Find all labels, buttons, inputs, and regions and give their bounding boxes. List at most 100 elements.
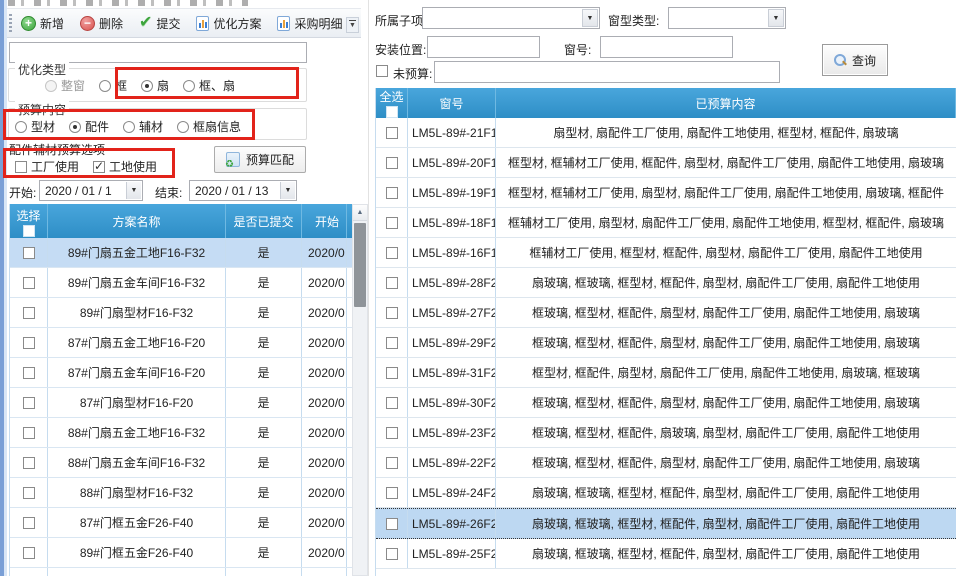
plan-row[interactable]: 88#门框五金F21-F40是2020/0: [10, 568, 362, 576]
add-button[interactable]: + 新增: [15, 12, 70, 35]
row-checkbox[interactable]: [386, 277, 398, 289]
toolbar-grip[interactable]: [9, 14, 12, 34]
row-checkbox[interactable]: [386, 397, 398, 409]
radio-frame-sash-info[interactable]: 框扇信息: [177, 118, 241, 135]
plan-row[interactable]: 87#门扇型材F16-F20是2020/0: [10, 388, 362, 418]
budget-row[interactable]: LM5L-89#-29F27框玻璃, 框型材, 框配件, 扇型材, 扇配件工厂使…: [376, 328, 956, 358]
budget-row[interactable]: LM5L-89#-31F29框型材, 框配件, 扇型材, 扇配件工厂使用, 扇配…: [376, 358, 956, 388]
budget-row[interactable]: LM5L-89#-20F18框型材, 框辅材工厂使用, 框配件, 扇型材, 扇配…: [376, 148, 956, 178]
date-end-picker[interactable]: 2020 / 01 / 13 ▼: [189, 180, 297, 201]
row-checkbox[interactable]: [23, 547, 35, 559]
row-checkbox[interactable]: [23, 397, 35, 409]
not-budgeted-checkbox[interactable]: [376, 65, 388, 77]
column-header-start[interactable]: 开始: [302, 204, 347, 238]
delete-button[interactable]: − 删除: [74, 12, 129, 35]
column-header-submitted[interactable]: 是否已提交: [226, 204, 302, 238]
chevron-down-icon[interactable]: ▼: [280, 182, 295, 199]
plan-row[interactable]: 87#门框五金F26-F40是2020/0: [10, 508, 362, 538]
query-button[interactable]: 查询: [822, 44, 888, 76]
plan-row[interactable]: 89#门框五金F26-F40是2020/0: [10, 538, 362, 568]
row-checkbox[interactable]: [23, 277, 35, 289]
plan-row[interactable]: 88#门扇型材F16-F32是2020/0: [10, 478, 362, 508]
chevron-down-icon[interactable]: ▼: [768, 9, 784, 27]
row-checkbox[interactable]: [386, 247, 398, 259]
window-no-cell: LM5L-89#-22F20: [408, 448, 496, 477]
column-header-window-no[interactable]: 窗号: [408, 88, 496, 118]
plan-row[interactable]: 89#门扇五金车间F16-F32是2020/0: [10, 268, 362, 298]
row-checkbox[interactable]: [386, 127, 398, 139]
column-header-select[interactable]: 选择: [10, 204, 48, 238]
scrollbar-thumb[interactable]: [354, 223, 366, 307]
chevron-down-icon[interactable]: ▼: [582, 9, 598, 27]
radio-sash[interactable]: 扇: [141, 77, 169, 94]
plan-name-cell: 88#门扇型材F16-F32: [48, 478, 226, 507]
radio-whole-window[interactable]: 整窗: [45, 77, 85, 94]
row-checkbox[interactable]: [386, 367, 398, 379]
optimize-plan-button[interactable]: 优化方案: [190, 12, 267, 35]
plan-row[interactable]: 87#门扇五金工地F16-F20是2020/0: [10, 328, 362, 358]
column-header-budgeted-content[interactable]: 已预算内容: [496, 88, 956, 118]
budget-row[interactable]: LM5L-89#-16F15框辅材工厂使用, 框型材, 框配件, 扇型材, 扇配…: [376, 238, 956, 268]
checkbox-factory-use[interactable]: 工厂使用: [15, 158, 79, 175]
sub-item-combobox[interactable]: ▼: [422, 7, 600, 29]
budget-row[interactable]: LM5L-89#-27F25框玻璃, 框型材, 框配件, 扇型材, 扇配件工厂使…: [376, 298, 956, 328]
radio-profile[interactable]: 型材: [15, 118, 55, 135]
budget-row[interactable]: LM5L-89#-18F16框辅材工厂使用, 扇型材, 扇配件工厂使用, 扇配件…: [376, 208, 956, 238]
chevron-down-icon[interactable]: ▼: [126, 182, 141, 199]
budget-row[interactable]: LM5L-89#-30F28框玻璃, 框型材, 框配件, 扇型材, 扇配件工厂使…: [376, 388, 956, 418]
row-checkbox[interactable]: [23, 247, 35, 259]
budget-row[interactable]: LM5L-89#-28F26扇玻璃, 框玻璃, 框型材, 框配件, 扇型材, 扇…: [376, 268, 956, 298]
budget-row[interactable]: LM5L-89#-21F19扇型材, 扇配件工厂使用, 扇配件工地使用, 框型材…: [376, 118, 956, 148]
plan-start-cell: 2020/0: [302, 418, 347, 447]
select-all-checkbox[interactable]: [386, 106, 398, 118]
budget-row[interactable]: LM5L-89#-25F23扇玻璃, 框玻璃, 框型材, 框配件, 扇型材, 扇…: [376, 539, 956, 569]
row-checkbox[interactable]: [386, 337, 398, 349]
checkbox-site-use[interactable]: 工地使用: [93, 158, 157, 175]
row-checkbox[interactable]: [386, 307, 398, 319]
plan-row[interactable]: 87#门扇五金车间F16-F20是2020/0: [10, 358, 362, 388]
row-checkbox[interactable]: [23, 427, 35, 439]
radio-accessory[interactable]: 配件: [69, 118, 109, 135]
budget-row[interactable]: LM5L-89#-23F21框玻璃, 框型材, 框配件, 扇玻璃, 扇型材, 扇…: [376, 418, 956, 448]
window-no-input[interactable]: [600, 36, 733, 58]
plan-filter-input[interactable]: [9, 42, 307, 63]
budget-match-button[interactable]: 预算匹配: [214, 146, 306, 173]
plan-row[interactable]: 89#门扇五金工地F16-F32是2020/0: [10, 238, 362, 268]
budget-row[interactable]: LM5L-89#-26F24扇玻璃, 框玻璃, 框型材, 框配件, 扇型材, 扇…: [376, 508, 956, 539]
date-start-picker[interactable]: 2020 / 01 / 1 ▼: [39, 180, 143, 201]
row-checkbox[interactable]: [23, 457, 35, 469]
select-all-checkbox[interactable]: [23, 225, 35, 237]
row-checkbox[interactable]: [23, 487, 35, 499]
budget-row[interactable]: LM5L-89#-19F17框型材, 框辅材工厂使用, 扇型材, 扇配件工厂使用…: [376, 178, 956, 208]
radio-auxiliary[interactable]: 辅材: [123, 118, 163, 135]
window-type-combobox[interactable]: ▼: [668, 7, 786, 29]
submit-button[interactable]: ✔ 提交: [133, 12, 186, 35]
row-checkbox[interactable]: [23, 367, 35, 379]
plan-submitted-cell: 是: [226, 568, 302, 576]
row-checkbox[interactable]: [23, 307, 35, 319]
plan-row[interactable]: 88#门扇五金车间F16-F32是2020/0: [10, 448, 362, 478]
not-budgeted-input[interactable]: [434, 61, 780, 83]
scroll-up-icon[interactable]: ▲: [353, 205, 367, 221]
toolbar-overflow-button[interactable]: ▼: [346, 17, 359, 33]
row-checkbox[interactable]: [386, 487, 398, 499]
row-checkbox[interactable]: [386, 217, 398, 229]
row-checkbox[interactable]: [386, 548, 398, 560]
row-checkbox[interactable]: [386, 518, 398, 530]
budget-row[interactable]: LM5L-89#-24F22扇玻璃, 框玻璃, 框型材, 框配件, 扇型材, 扇…: [376, 478, 956, 508]
column-header-select-all[interactable]: 全选: [376, 88, 408, 118]
plan-row[interactable]: 88#门扇五金工地F16-F32是2020/0: [10, 418, 362, 448]
plan-table-scrollbar[interactable]: ▲: [352, 204, 368, 576]
row-checkbox[interactable]: [23, 337, 35, 349]
column-header-plan-name[interactable]: 方案名称: [48, 204, 226, 238]
row-checkbox[interactable]: [386, 157, 398, 169]
budget-row[interactable]: LM5L-89#-22F20框玻璃, 框型材, 框配件, 扇型材, 扇配件工厂使…: [376, 448, 956, 478]
row-checkbox[interactable]: [386, 457, 398, 469]
radio-frame-sash[interactable]: 框、扇: [183, 77, 235, 94]
row-checkbox[interactable]: [23, 517, 35, 529]
row-checkbox[interactable]: [386, 427, 398, 439]
install-position-input[interactable]: [427, 36, 540, 58]
plan-row[interactable]: 89#门扇型材F16-F32是2020/0: [10, 298, 362, 328]
radio-frame[interactable]: 框: [99, 77, 127, 94]
row-checkbox[interactable]: [386, 187, 398, 199]
